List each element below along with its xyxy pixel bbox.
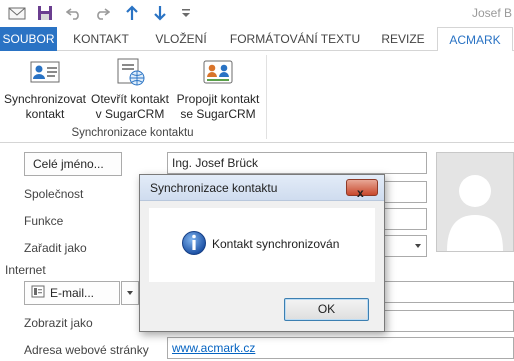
full-name-field[interactable]: Ing. Josef Brück bbox=[167, 152, 427, 174]
sync-contact-label-1: Synchronizovat bbox=[3, 92, 87, 106]
group-label-sync: Synchronizace kontaktu bbox=[71, 127, 194, 139]
link-contacts-icon bbox=[201, 57, 235, 89]
info-icon bbox=[182, 229, 206, 257]
company-label: Společnost bbox=[24, 187, 84, 201]
tab-formatovani-textu[interactable]: FORMÁTOVÁNÍ TEXTU bbox=[224, 27, 366, 51]
globe-document-icon bbox=[113, 57, 147, 89]
full-name-button-label: Celé jméno... bbox=[33, 157, 104, 171]
job-title-label: Funkce bbox=[24, 214, 64, 228]
tab-kontakt[interactable]: KONTAKT bbox=[63, 27, 139, 51]
email-dropdown-button[interactable] bbox=[121, 281, 139, 305]
email-button[interactable]: E-mail... bbox=[24, 281, 120, 305]
file-as-label: Zařadit jako bbox=[24, 241, 87, 255]
full-name-value: Ing. Josef Brück bbox=[172, 156, 259, 170]
dialog-title: Synchronizace kontaktu bbox=[150, 181, 278, 195]
address-book-icon bbox=[31, 285, 45, 301]
quick-access-toolbar: Josef B bbox=[0, 0, 514, 27]
link-contact-label-1: Propojit kontakt bbox=[176, 92, 260, 106]
link-contact-button[interactable]: Propojit kontakt se SugarCRM bbox=[172, 57, 264, 122]
dialog-title-bar[interactable]: Synchronizace kontaktu x bbox=[140, 175, 384, 201]
chevron-down-icon bbox=[414, 239, 422, 253]
sync-contact-label-2: kontakt bbox=[25, 107, 65, 121]
web-address-field[interactable]: www.acmark.cz bbox=[167, 337, 514, 359]
redo-icon[interactable] bbox=[92, 3, 112, 23]
email-button-label: E-mail... bbox=[50, 286, 95, 300]
up-arrow-icon[interactable] bbox=[122, 3, 142, 23]
tab-acmark[interactable]: ACMARK bbox=[437, 27, 513, 52]
undo-icon[interactable] bbox=[64, 3, 84, 23]
open-in-sugarcrm-label-2: v SugarCRM bbox=[95, 107, 165, 121]
full-name-button[interactable]: Celé jméno... bbox=[24, 152, 122, 176]
web-address-label: Adresa webové stránky bbox=[24, 343, 149, 357]
group-separator bbox=[266, 55, 267, 139]
envelope-icon[interactable] bbox=[7, 3, 27, 23]
contact-card-icon bbox=[28, 57, 62, 89]
display-as-label: Zobrazit jako bbox=[24, 316, 93, 330]
chevron-down-icon bbox=[126, 286, 134, 300]
down-arrow-icon[interactable] bbox=[150, 3, 170, 23]
ribbon-panel: Synchronizovat kontakt Otevřít kontakt v… bbox=[0, 51, 514, 143]
contact-photo[interactable] bbox=[436, 152, 514, 252]
tab-soubor[interactable]: SOUBOR bbox=[0, 27, 57, 51]
open-in-sugarcrm-button[interactable]: Otevřít kontakt v SugarCRM bbox=[87, 57, 173, 122]
sync-dialog: Synchronizace kontaktu x Kontakt synchro… bbox=[139, 174, 385, 332]
tab-vlozeni[interactable]: VLOŽENÍ bbox=[146, 27, 216, 51]
user-name[interactable]: Josef B bbox=[472, 6, 512, 20]
link-contact-label-2: se SugarCRM bbox=[180, 107, 256, 121]
ok-button[interactable]: OK bbox=[284, 298, 369, 321]
save-icon[interactable] bbox=[35, 3, 55, 23]
tab-revize[interactable]: REVIZE bbox=[374, 27, 432, 51]
web-address-link[interactable]: www.acmark.cz bbox=[172, 341, 255, 355]
close-icon: x bbox=[357, 186, 364, 200]
customize-dropdown-icon[interactable] bbox=[176, 3, 196, 23]
open-in-sugarcrm-label-1: Otevřít kontakt bbox=[90, 92, 170, 106]
dialog-close-button[interactable]: x bbox=[346, 179, 378, 200]
sync-contact-button[interactable]: Synchronizovat kontakt bbox=[2, 57, 88, 122]
internet-section-label: Internet bbox=[5, 263, 46, 277]
dialog-message: Kontakt synchronizován bbox=[212, 237, 340, 251]
dialog-body: Kontakt synchronizován bbox=[149, 208, 375, 282]
person-silhouette-icon bbox=[447, 175, 503, 251]
ribbon-tabs: SOUBOR KONTAKT VLOŽENÍ FORMÁTOVÁNÍ TEXTU… bbox=[0, 27, 514, 52]
